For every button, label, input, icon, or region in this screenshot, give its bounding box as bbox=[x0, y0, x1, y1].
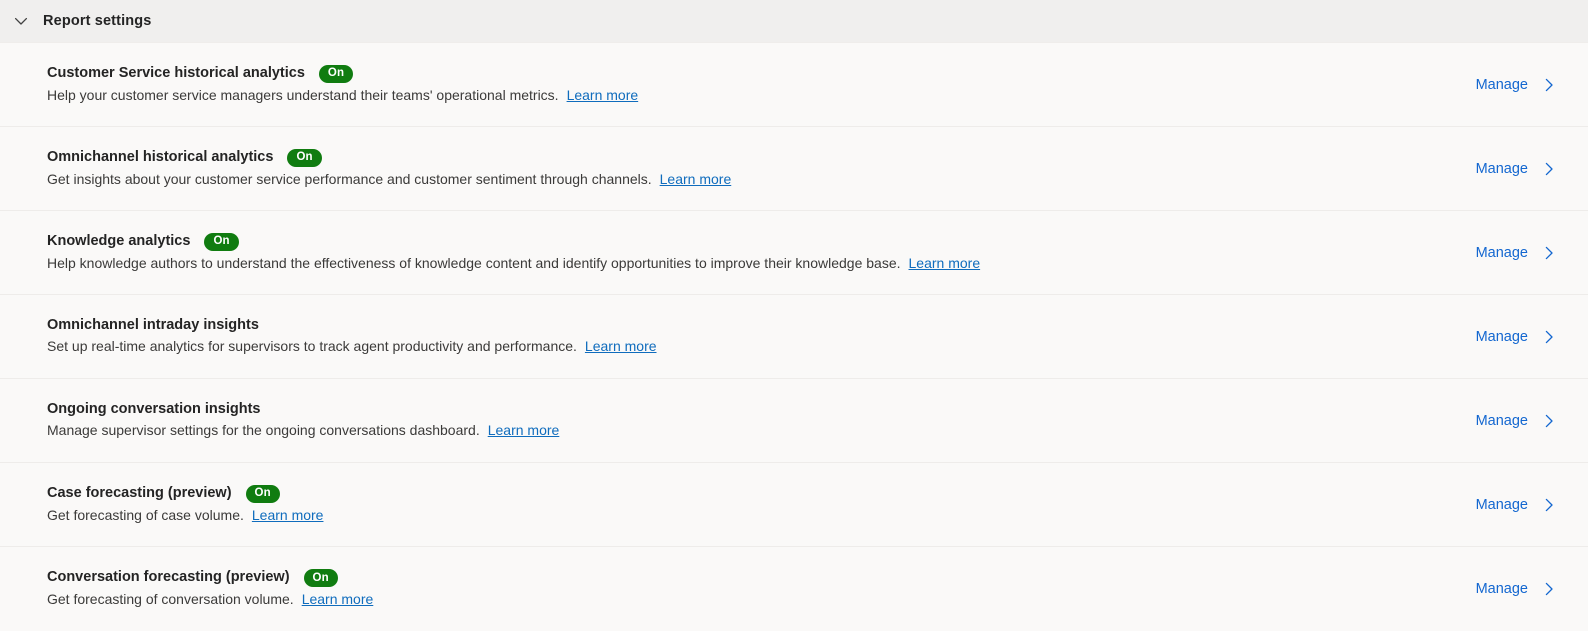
row-content: Ongoing conversation insights Manage sup… bbox=[47, 400, 559, 440]
learn-more-link[interactable]: Learn more bbox=[660, 171, 732, 187]
row-title: Conversation forecasting (preview) bbox=[47, 569, 290, 586]
row-description: Help knowledge authors to understand the… bbox=[47, 254, 901, 271]
row-description-line: Set up real-time analytics for superviso… bbox=[47, 338, 657, 356]
row-description-line: Get forecasting of conversation volume. L… bbox=[47, 591, 373, 609]
chevron-right-icon bbox=[1540, 496, 1558, 514]
table-row: Ongoing conversation insights Manage sup… bbox=[0, 379, 1588, 463]
manage-button[interactable]: Manage bbox=[1476, 580, 1588, 598]
row-content: Knowledge analytics On Help knowledge au… bbox=[47, 232, 980, 273]
row-title-line: Omnichannel intraday insights bbox=[47, 316, 657, 334]
manage-label: Manage bbox=[1475, 244, 1528, 261]
manage-button[interactable]: Manage bbox=[1476, 328, 1588, 346]
status-badge: On bbox=[204, 232, 239, 251]
learn-more-link[interactable]: Learn more bbox=[585, 338, 657, 354]
manage-button[interactable]: Manage bbox=[1476, 160, 1588, 178]
manage-button[interactable]: Manage bbox=[1476, 496, 1588, 514]
page-title: Report settings bbox=[43, 13, 152, 29]
manage-label: Manage bbox=[1475, 328, 1528, 345]
row-description-line: Help knowledge authors to understand the… bbox=[47, 255, 980, 273]
row-title-line: Omnichannel historical analytics On bbox=[47, 148, 731, 167]
status-badge: On bbox=[303, 569, 338, 588]
row-content: Case forecasting (preview) On Get foreca… bbox=[47, 484, 323, 525]
manage-label: Manage bbox=[1475, 496, 1528, 513]
learn-more-link[interactable]: Learn more bbox=[252, 507, 324, 523]
report-settings-list: Customer Service historical analytics On… bbox=[0, 43, 1588, 631]
row-description: Get forecasting of conversation volume. bbox=[47, 591, 294, 608]
status-badge: On bbox=[318, 64, 354, 83]
row-content: Omnichannel intraday insights Set up rea… bbox=[47, 316, 657, 356]
report-settings-section-header[interactable]: Report settings bbox=[0, 0, 1588, 43]
row-title: Omnichannel intraday insights bbox=[47, 316, 259, 333]
manage-label: Manage bbox=[1475, 412, 1528, 429]
row-title-line: Knowledge analytics On bbox=[47, 232, 980, 251]
row-title: Omnichannel historical analytics bbox=[47, 148, 274, 165]
row-description-line: Help your customer service managers unde… bbox=[47, 87, 638, 105]
row-description: Help your customer service managers unde… bbox=[47, 86, 559, 103]
table-row: Omnichannel historical analytics On Get … bbox=[0, 127, 1588, 211]
row-title: Case forecasting (preview) bbox=[47, 484, 232, 501]
row-title-line: Conversation forecasting (preview) On bbox=[47, 569, 373, 588]
row-description-line: Manage supervisor settings for the ongoi… bbox=[47, 422, 559, 440]
chevron-right-icon bbox=[1540, 160, 1558, 178]
row-content: Omnichannel historical analytics On Get … bbox=[47, 148, 731, 189]
row-title: Ongoing conversation insights bbox=[47, 400, 261, 417]
chevron-right-icon bbox=[1540, 328, 1558, 346]
table-row: Omnichannel intraday insights Set up rea… bbox=[0, 295, 1588, 379]
row-content: Customer Service historical analytics On… bbox=[47, 64, 638, 105]
manage-label: Manage bbox=[1475, 160, 1528, 177]
row-title-line: Customer Service historical analytics On bbox=[47, 64, 638, 83]
table-row: Case forecasting (preview) On Get foreca… bbox=[0, 463, 1588, 547]
learn-more-link[interactable]: Learn more bbox=[302, 591, 374, 607]
learn-more-link[interactable]: Learn more bbox=[567, 87, 639, 103]
row-description: Get insights about your customer service… bbox=[47, 170, 652, 187]
learn-more-link[interactable]: Learn more bbox=[488, 422, 560, 438]
row-content: Conversation forecasting (preview) On Ge… bbox=[47, 569, 373, 609]
status-badge: On bbox=[245, 484, 280, 503]
row-title: Knowledge analytics bbox=[47, 232, 191, 249]
row-description-line: Get insights about your customer service… bbox=[47, 171, 731, 189]
chevron-right-icon bbox=[1540, 580, 1558, 598]
chevron-right-icon bbox=[1540, 244, 1558, 262]
row-description: Set up real-time analytics for superviso… bbox=[47, 337, 577, 354]
learn-more-link[interactable]: Learn more bbox=[909, 255, 981, 271]
manage-button[interactable]: Manage bbox=[1476, 412, 1588, 430]
chevron-right-icon bbox=[1540, 76, 1558, 94]
chevron-down-icon[interactable] bbox=[8, 8, 34, 34]
row-title-line: Case forecasting (preview) On bbox=[47, 484, 323, 503]
manage-button[interactable]: Manage bbox=[1476, 244, 1588, 262]
table-row: Knowledge analytics On Help knowledge au… bbox=[0, 211, 1588, 295]
row-title-line: Ongoing conversation insights bbox=[47, 400, 559, 418]
row-description: Manage supervisor settings for the ongoi… bbox=[47, 421, 480, 438]
status-badge: On bbox=[287, 148, 322, 167]
row-title: Customer Service historical analytics bbox=[47, 64, 305, 81]
table-row: Customer Service historical analytics On… bbox=[0, 43, 1588, 127]
manage-button[interactable]: Manage bbox=[1476, 76, 1588, 94]
row-description: Get forecasting of case volume. bbox=[47, 506, 244, 523]
manage-label: Manage bbox=[1475, 76, 1528, 93]
chevron-right-icon bbox=[1540, 412, 1558, 430]
row-description-line: Get forecasting of case volume. Learn mor… bbox=[47, 507, 323, 525]
manage-label: Manage bbox=[1475, 581, 1528, 597]
table-row: Conversation forecasting (preview) On Ge… bbox=[0, 547, 1588, 631]
